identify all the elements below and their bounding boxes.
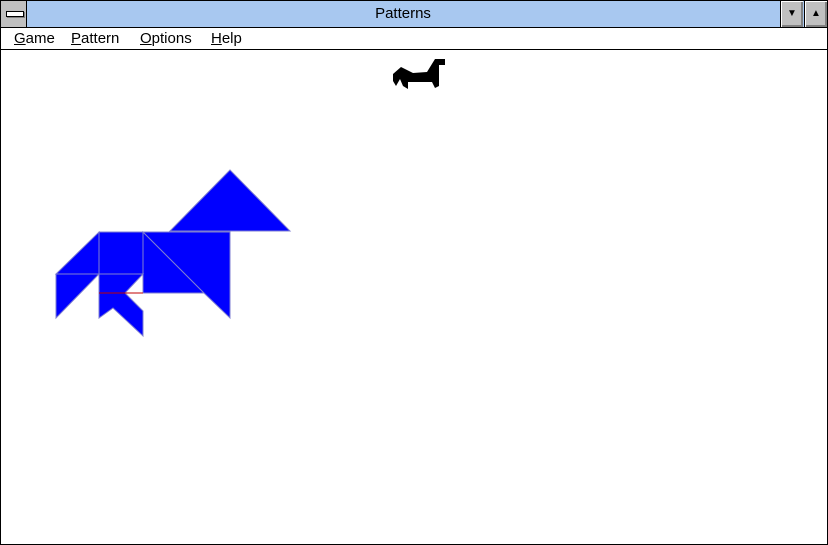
system-menu-button[interactable] — [1, 1, 27, 27]
tangram-piece-head[interactable] — [168, 169, 292, 232]
menu-game[interactable]: Game — [14, 30, 55, 48]
title-bar[interactable]: Patterns ▼ ▲ — [1, 1, 827, 28]
puzzle-svg — [54, 59, 445, 338]
window-title: Patterns — [375, 5, 431, 22]
maximize-button[interactable]: ▲ — [804, 1, 827, 27]
menu-pattern[interactable]: Pattern — [71, 30, 119, 48]
triangle-up-icon: ▲ — [811, 8, 821, 19]
game-canvas[interactable] — [1, 50, 827, 544]
minimize-button[interactable]: ▼ — [780, 1, 803, 27]
menu-bar: Game Pattern Options Help — [1, 28, 827, 50]
target-silhouette — [393, 59, 445, 89]
tangram-piece-front-leg[interactable] — [55, 273, 101, 320]
triangle-down-icon: ▼ — [787, 8, 797, 19]
menu-options[interactable]: Options — [140, 30, 192, 48]
tangram-piece-chest[interactable] — [98, 231, 144, 275]
menu-help[interactable]: Help — [211, 30, 242, 48]
tangram-piece-neck[interactable] — [54, 230, 100, 275]
tangram-pieces — [54, 169, 292, 338]
tangram-piece-hind-leg[interactable] — [98, 292, 144, 338]
minus-bar-icon — [6, 11, 24, 17]
patterns-window: Patterns ▼ ▲ Game Pattern Options Help — [0, 0, 828, 545]
tangram-piece-belly[interactable] — [98, 273, 145, 294]
